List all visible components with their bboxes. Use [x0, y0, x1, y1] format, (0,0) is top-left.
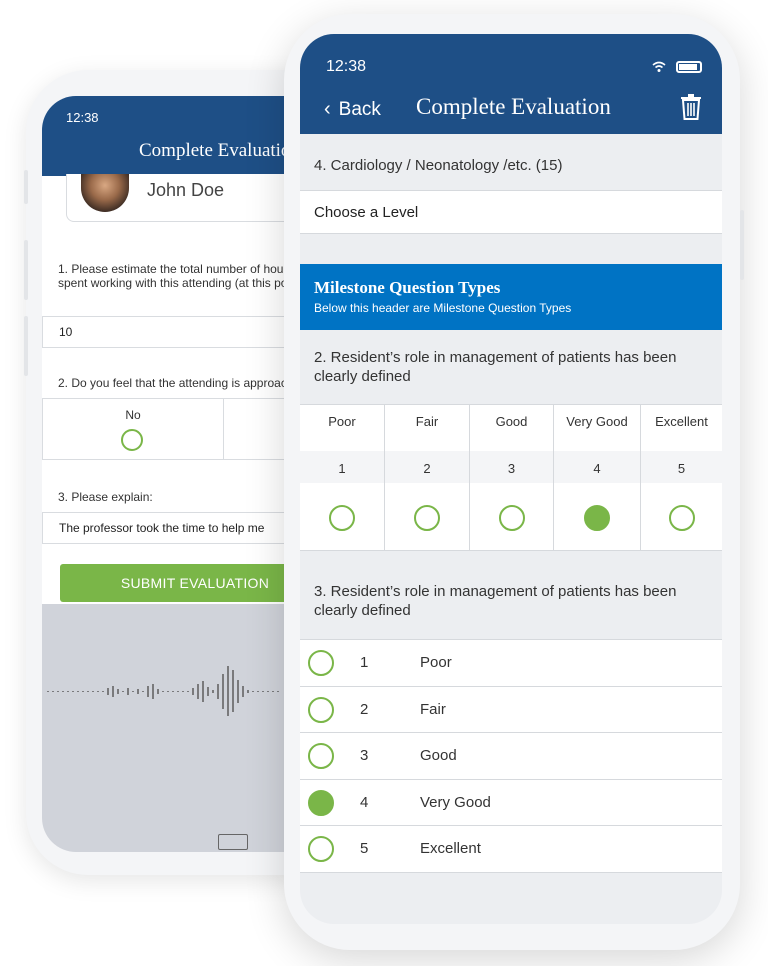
app-header: 12:38 ‹ Back Complete Evaluation	[300, 34, 722, 134]
choice-no[interactable]: No	[42, 398, 224, 460]
grid-option-label: Very Good	[566, 414, 628, 429]
grid-option-very-good[interactable]: Very Good 4	[554, 405, 641, 550]
question-2-label: 2. Resident’s role in management of pati…	[314, 349, 677, 385]
grid-option-label: Excellent	[655, 414, 708, 429]
grid-option-number: 2	[423, 461, 431, 476]
list-item-label: Fair	[420, 700, 446, 718]
status-icons	[652, 58, 702, 73]
keyboard-icon[interactable]	[218, 834, 248, 850]
back-button-label: Back	[338, 99, 381, 120]
wifi-icon	[652, 61, 666, 72]
question-4-label: 4. Cardiology / Neonatology /etc. (15)	[314, 157, 563, 174]
status-time: 12:38	[66, 110, 99, 125]
radio-button[interactable]	[308, 743, 334, 769]
grid-option-number: 4	[593, 461, 601, 476]
question-3-label: 3. Please explain:	[58, 490, 153, 504]
grid-option-label: Good	[495, 414, 528, 429]
grid-option-number: 1	[338, 461, 346, 476]
list-item[interactable]: 1 Poor	[300, 640, 722, 687]
radio-button[interactable]	[329, 505, 355, 531]
radio-button-selected[interactable]	[584, 505, 610, 531]
banner-title: Milestone Question Types	[314, 278, 501, 297]
status-time: 12:38	[326, 58, 367, 75]
grid-option-label: Fair	[415, 414, 439, 429]
list-item[interactable]: 3 Good	[300, 733, 722, 780]
grid-option-number: 3	[507, 461, 516, 476]
list-item-number: 2	[360, 700, 369, 718]
profile-name: John Doe	[147, 180, 225, 200]
grid-option-fair[interactable]: Fair 2	[385, 405, 470, 550]
back-phone-side-button	[24, 170, 28, 204]
list-item-number: 5	[360, 840, 369, 857]
grid-option-poor[interactable]: Poor 1	[300, 405, 385, 550]
rating-grid: Poor 1 Fair 2 Good 3 Very Good 4 Excelle…	[300, 404, 722, 551]
grid-option-label: Poor	[328, 414, 356, 429]
radio-button-selected[interactable]	[308, 789, 334, 816]
list-item-label: Good	[420, 747, 457, 764]
radio-button[interactable]	[308, 836, 334, 862]
list-item[interactable]: 2 Fair	[300, 687, 722, 733]
radio-button[interactable]	[121, 429, 143, 451]
page-title: Complete Evaluation	[139, 140, 300, 161]
banner-subtitle: Below this header are Milestone Question…	[314, 301, 572, 315]
list-item-number: 4	[360, 793, 369, 811]
choice-no-label: No	[125, 408, 141, 422]
milestone-banner: Milestone Question Types Below this head…	[300, 264, 722, 330]
page-title: Complete Evaluation	[416, 94, 611, 119]
back-phone-side-button	[24, 316, 28, 376]
radio-button[interactable]	[308, 650, 334, 676]
avatar	[81, 174, 129, 212]
battery-icon	[676, 60, 702, 73]
list-item-number: 3	[360, 747, 369, 764]
grid-option-good[interactable]: Good 3	[470, 405, 554, 550]
trash-icon[interactable]	[680, 94, 702, 120]
radio-button[interactable]	[308, 696, 334, 723]
back-button[interactable]: ‹ Back	[324, 98, 381, 121]
chevron-left-icon: ‹	[324, 98, 331, 120]
radio-button[interactable]	[668, 505, 695, 531]
front-phone-screen: 12:38 ‹ Back Complete Evaluation 4. Cardi…	[300, 34, 722, 924]
rating-list: 1 Poor 2 Fair 3 Good 4 Very Good 5 Excel…	[300, 639, 722, 873]
back-phone-side-button	[24, 240, 28, 300]
grid-option-number: 5	[677, 461, 686, 476]
list-item[interactable]: 4 Very Good	[300, 780, 722, 826]
list-item-number: 1	[360, 654, 369, 671]
level-select[interactable]: Choose a Level	[300, 190, 722, 234]
front-phone-side-button	[740, 210, 744, 280]
grid-option-excellent[interactable]: Excellent 5	[641, 405, 722, 550]
radio-button[interactable]	[498, 505, 525, 531]
list-item[interactable]: 5 Excellent	[300, 826, 722, 873]
list-item-label: Poor	[420, 654, 452, 671]
radio-button[interactable]	[414, 505, 440, 531]
list-item-label: Very Good	[420, 793, 491, 811]
list-item-label: Excellent	[420, 840, 481, 857]
question-3-label: 3. Resident’s role in management of pati…	[314, 583, 677, 619]
